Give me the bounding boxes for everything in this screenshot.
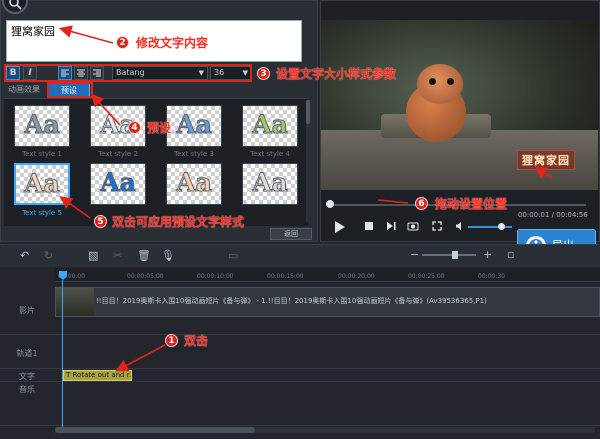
creature-eye: [429, 78, 436, 85]
creature-head: [417, 64, 463, 104]
annotation-badge: 3: [257, 67, 270, 80]
style-label: Text style 2: [98, 150, 138, 158]
style-preview-text: Aa: [176, 168, 213, 198]
track-label-video: 影片: [19, 306, 35, 315]
style-label: Text style 4: [250, 150, 290, 158]
volume-button[interactable]: [455, 221, 465, 234]
zoom-handle[interactable]: [452, 251, 458, 259]
track-label-music: 音乐: [19, 385, 35, 394]
style-tile-8[interactable]: Aa: [242, 163, 298, 205]
timeline-scrollbar[interactable]: [55, 427, 595, 433]
play-button[interactable]: [334, 220, 346, 237]
annotation-badge: 1: [165, 334, 178, 347]
zoom-out-icon[interactable]: −: [410, 248, 419, 261]
style-label: Text style 1: [22, 150, 62, 158]
annotation-text: 设置文字大小样式参数: [276, 67, 397, 81]
track-row-track1: [0, 335, 600, 369]
snapshot-button[interactable]: [407, 221, 419, 234]
style-preview-text: Aa: [252, 168, 289, 198]
creature-eye: [447, 78, 454, 85]
style-tile-1[interactable]: Aa: [14, 105, 70, 147]
seek-handle[interactable]: [326, 200, 334, 208]
highlight-format-toolbar: [4, 64, 252, 82]
style-preview-text: Aa: [252, 110, 289, 140]
camera-icon: [407, 222, 419, 231]
next-frame-icon: [387, 222, 396, 230]
zoom-slider[interactable]: [422, 254, 476, 256]
stop-icon: [365, 222, 373, 230]
style-tile-4[interactable]: Aa: [242, 105, 298, 147]
ruler-tick: 00:00:05:00: [127, 273, 164, 280]
style-label: Text style 5: [22, 209, 62, 217]
preset-style-gallery: Aa Aa Aa Aa Text style 1 Text style 2 Te…: [4, 98, 308, 226]
track-label-text: 文字: [19, 372, 35, 381]
ruler-tick: 00:00:25:00: [408, 273, 445, 280]
style-preview-text: Aa: [24, 110, 61, 140]
text-clip[interactable]: T Rotate out and r...: [63, 370, 132, 381]
annotation-text: 拖动设置位置: [435, 197, 508, 211]
track-label-track1: 轨道1: [16, 349, 38, 358]
cut-icon[interactable]: ✂: [113, 249, 122, 262]
playhead-line: [62, 280, 63, 430]
style-preview-text: Aa: [24, 169, 61, 199]
style-tile-5[interactable]: Aa: [14, 163, 70, 205]
ruler-tick: 00:00:20:00: [338, 273, 375, 280]
time-readout: 00:00:01 / 00:04:56: [518, 211, 588, 219]
annotation-text: 双击: [184, 334, 209, 348]
text-overlay-watermark[interactable]: 狸窝家园: [517, 150, 575, 170]
scrollbar-thumb[interactable]: [306, 100, 310, 124]
volume-slider[interactable]: [468, 226, 512, 228]
zoom-in-icon[interactable]: +: [483, 248, 492, 261]
tab-animation-effect[interactable]: 动画效果: [4, 83, 44, 97]
style-preview-text: Aa: [176, 110, 213, 140]
style-tile-7[interactable]: Aa: [166, 163, 222, 205]
volume-handle[interactable]: [498, 223, 505, 230]
video-clip-title: !!目目！2019奥斯卡入围10强动画短片《备与弹》 - 1.!!目目！2019…: [96, 297, 487, 305]
style-preview-text: Aa: [100, 168, 137, 198]
annotation-badge: 4: [128, 121, 141, 134]
annotation-text: 预设: [147, 121, 172, 135]
gallery-scrollbar[interactable]: [306, 100, 310, 222]
search-icon: [9, 0, 22, 10]
microphone-icon[interactable]: 🎙: [161, 249, 175, 262]
play-icon: [335, 221, 345, 233]
style-label: Text style 3: [174, 150, 214, 158]
trash-icon[interactable]: 🗑: [137, 249, 151, 262]
style-tile-6[interactable]: Aa: [90, 163, 146, 205]
annotation-badge: 6: [415, 197, 428, 210]
edit-icon[interactable]: ▧: [88, 249, 98, 262]
ruler-tick: 00:00:15:00: [267, 273, 304, 280]
ruler-tick: 00:00:30: [478, 273, 505, 280]
back-button[interactable]: 返回: [270, 228, 312, 240]
track-row-music: [0, 382, 600, 426]
annotation-text: 修改文字内容: [136, 36, 209, 50]
marker-icon[interactable]: ▭: [228, 249, 238, 262]
ruler-tick: 00:00:10:00: [197, 273, 234, 280]
annotation-badge: 5: [94, 215, 107, 228]
highlight-preset-tab: [47, 82, 93, 98]
stop-button[interactable]: [364, 221, 374, 234]
video-frame: 狸窝家园: [321, 20, 598, 190]
fit-icon[interactable]: ▫: [507, 248, 514, 261]
scrollbar-thumb[interactable]: [55, 427, 255, 433]
speaker-icon: [456, 222, 461, 230]
fullscreen-icon: [432, 221, 442, 231]
undo-icon[interactable]: ↶: [20, 249, 29, 262]
timeline-toolbar: ↶ ↻ ▧ ✂ 🗑 🎙 ▭ − + ▫: [0, 245, 600, 267]
fullscreen-button[interactable]: [432, 221, 442, 234]
style-tile-3[interactable]: Aa: [166, 105, 222, 147]
redo-icon[interactable]: ↻: [44, 249, 53, 262]
annotation-text: 双击可应用预设文字样式: [112, 215, 245, 229]
next-frame-button[interactable]: [386, 221, 396, 234]
annotation-badge: 2: [116, 36, 129, 49]
